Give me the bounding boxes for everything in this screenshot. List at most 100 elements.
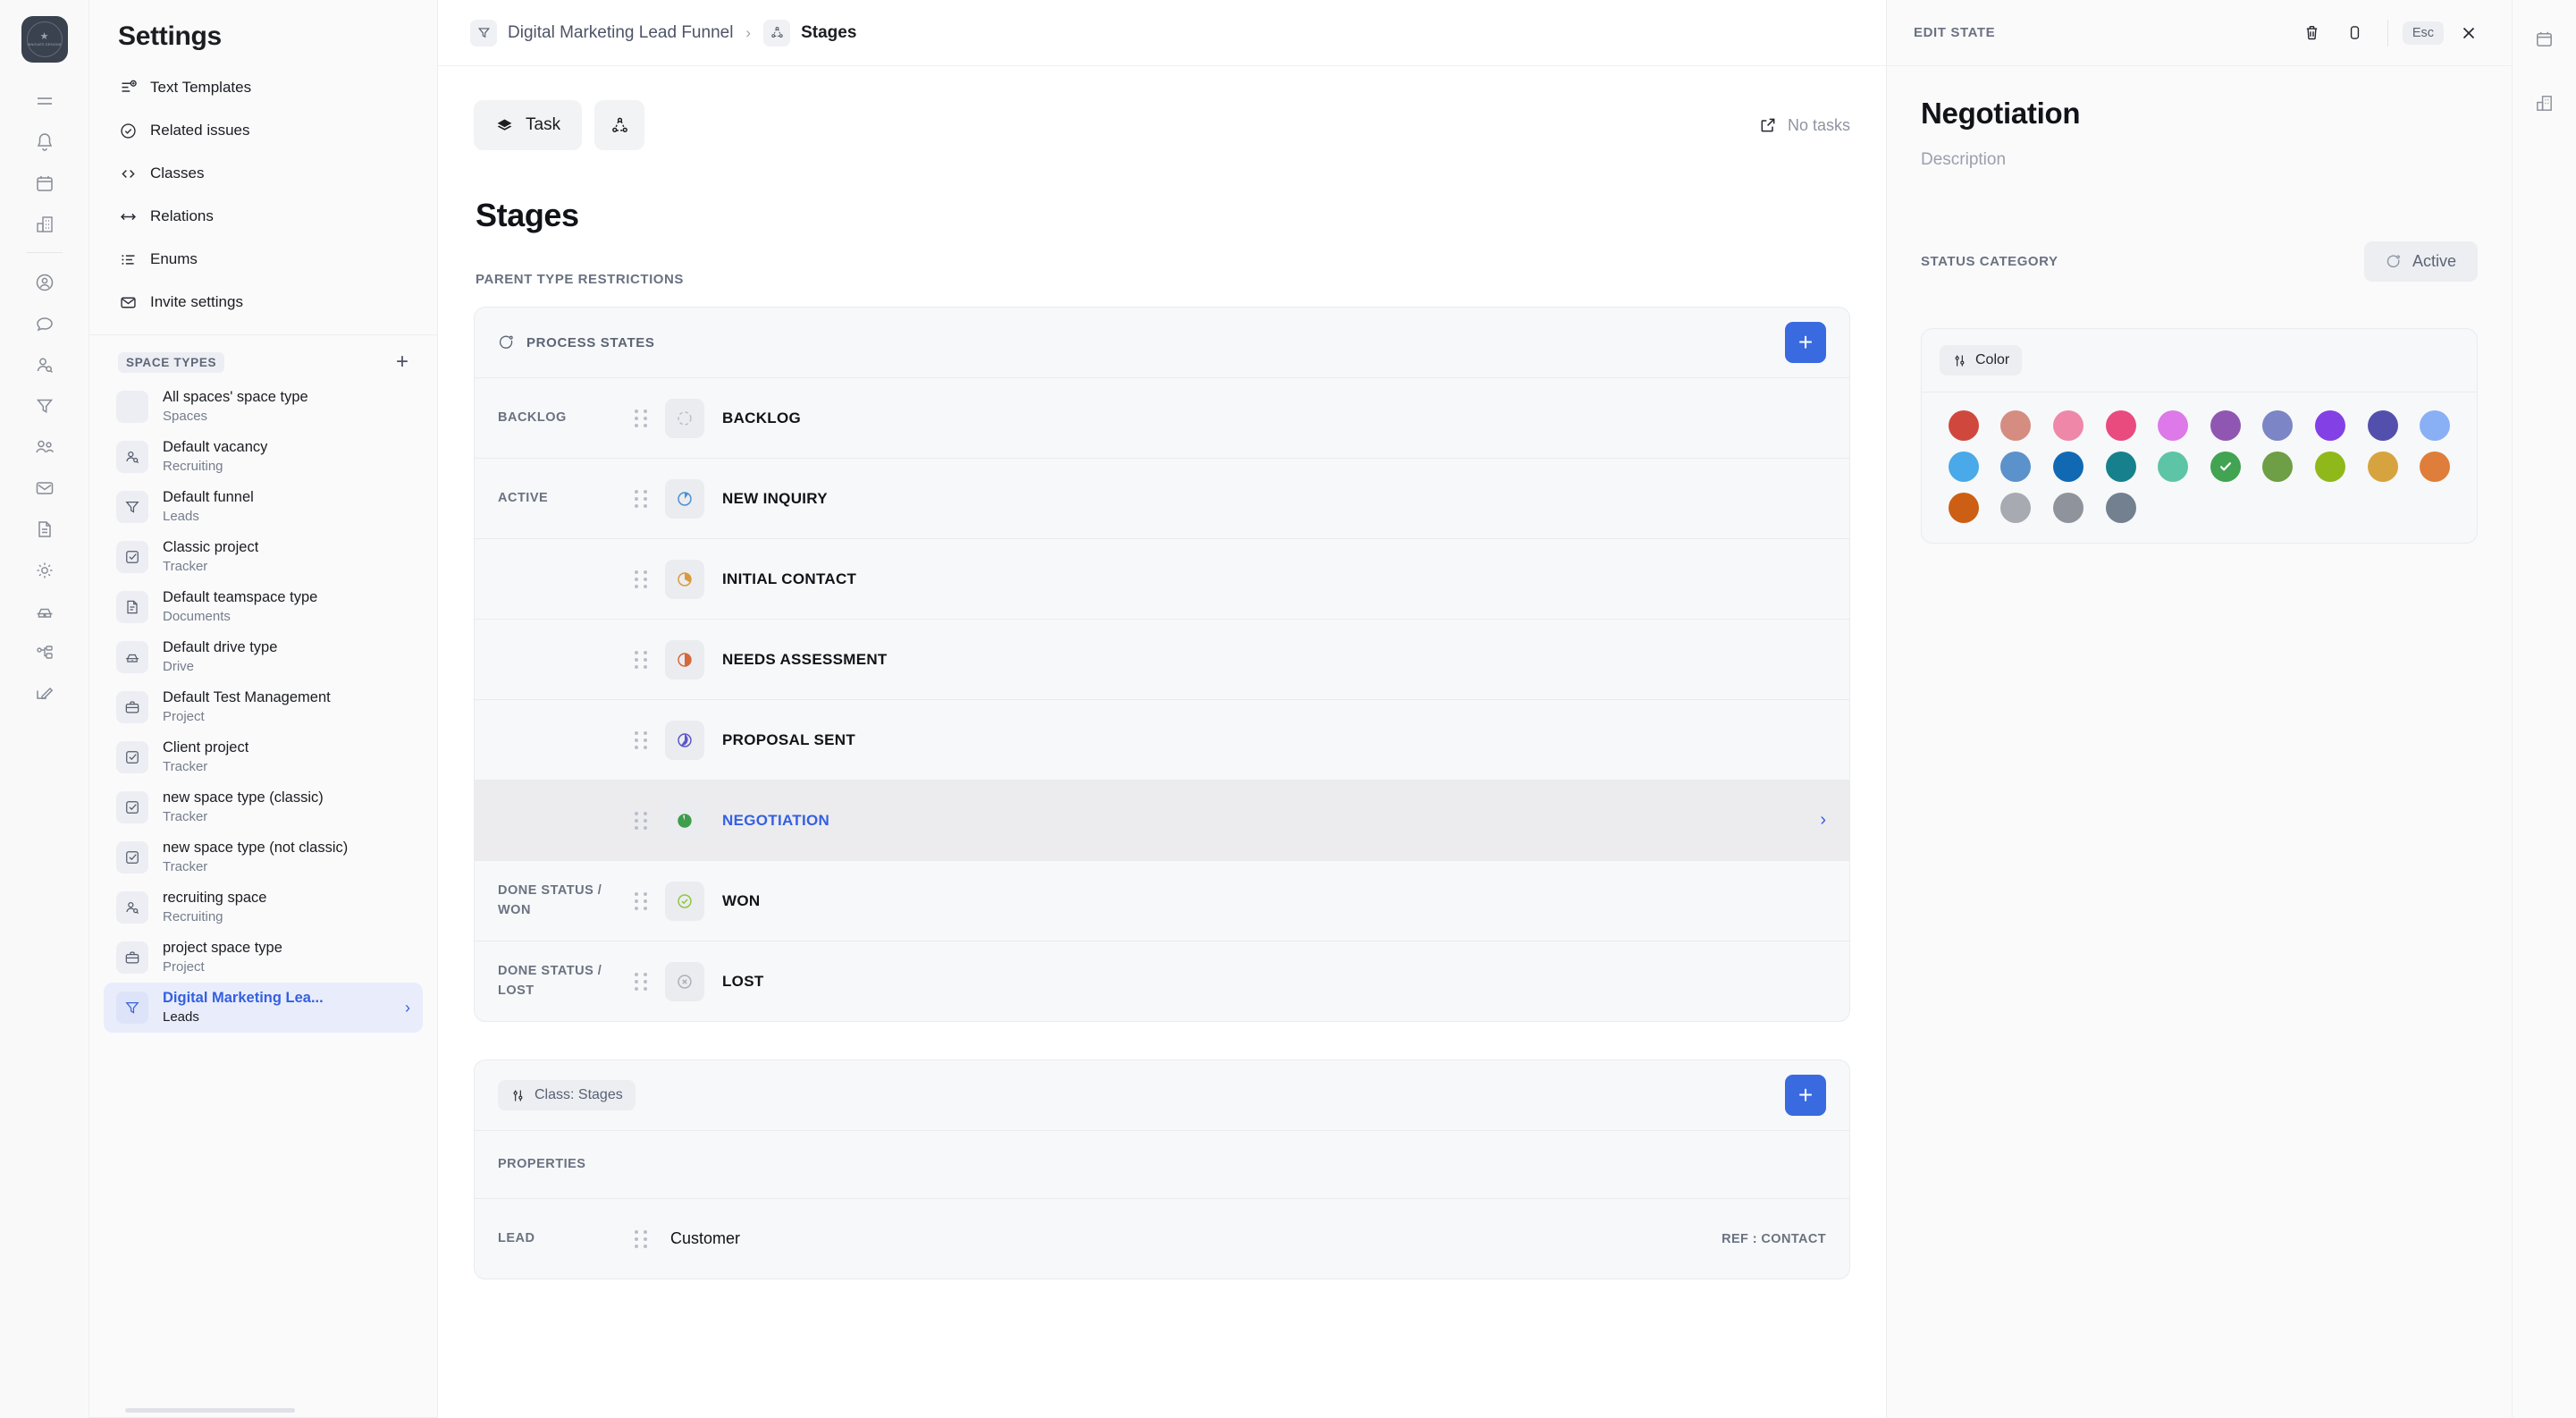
- space-item-default-test-management[interactable]: Default Test Management Project: [104, 682, 423, 732]
- tab-process[interactable]: [594, 100, 645, 150]
- color-swatch[interactable]: [2210, 452, 2241, 482]
- color-swatch[interactable]: [2052, 410, 2084, 441]
- drag-handle-icon[interactable]: [627, 972, 654, 991]
- color-swatch[interactable]: [1948, 493, 1979, 523]
- table-row[interactable]: NEGOTIATION ›: [475, 780, 1849, 860]
- color-swatch[interactable]: [2314, 410, 2345, 441]
- no-tasks-link[interactable]: No tasks: [1759, 116, 1850, 135]
- drag-handle-icon[interactable]: [627, 409, 654, 427]
- space-item-project-space-type[interactable]: project space type Project: [104, 933, 423, 983]
- edit-icon[interactable]: [21, 673, 68, 714]
- close-icon[interactable]: [2451, 15, 2487, 51]
- table-row[interactable]: PROPOSAL SENT: [475, 699, 1849, 780]
- add-space-type-button[interactable]: +: [396, 351, 408, 373]
- funnel-icon[interactable]: [21, 385, 68, 426]
- drag-handle-icon[interactable]: [627, 1229, 654, 1248]
- drag-handle-icon[interactable]: [627, 489, 654, 508]
- space-item-default-vacancy[interactable]: Default vacancy Recruiting: [104, 432, 423, 482]
- color-swatch[interactable]: [2314, 452, 2345, 482]
- settings-sun-icon[interactable]: [21, 550, 68, 591]
- space-item-default-teamspace-type[interactable]: Default teamspace type Documents: [104, 582, 423, 632]
- menu-icon[interactable]: [21, 80, 68, 122]
- status-category-value[interactable]: Active: [2363, 241, 2478, 282]
- inbox-icon[interactable]: [21, 468, 68, 509]
- color-swatch[interactable]: [2052, 493, 2084, 523]
- space-item-new-space-type-not-classic[interactable]: new space type (not classic) Tracker: [104, 832, 423, 882]
- chat-icon[interactable]: [21, 303, 68, 344]
- color-swatch[interactable]: [2367, 452, 2398, 482]
- table-row[interactable]: DONE STATUS / LOST LOST: [475, 941, 1849, 1021]
- esc-badge[interactable]: Esc: [2402, 21, 2444, 45]
- drag-handle-icon[interactable]: [627, 891, 654, 910]
- table-row[interactable]: ACTIVE NEW INQUIRY: [475, 458, 1849, 538]
- calendar-icon[interactable]: [21, 163, 68, 204]
- description-field[interactable]: Description: [1921, 150, 2478, 170]
- team-icon[interactable]: [21, 426, 68, 468]
- drag-handle-icon[interactable]: [627, 811, 654, 830]
- class-chip[interactable]: Class: Stages: [498, 1080, 636, 1110]
- recruiting-icon[interactable]: [21, 344, 68, 385]
- color-swatch[interactable]: [2000, 452, 2032, 482]
- table-row[interactable]: DONE STATUS / WON WON: [475, 860, 1849, 941]
- color-swatch[interactable]: [2105, 493, 2136, 523]
- color-swatch[interactable]: [2000, 410, 2032, 441]
- color-swatch[interactable]: [2262, 452, 2294, 482]
- table-row[interactable]: NEEDS ASSESSMENT: [475, 619, 1849, 699]
- sidebar-item-text-templates[interactable]: Text Templates: [104, 66, 423, 109]
- table-row[interactable]: LEAD Customer REF : CONTACT: [475, 1198, 1849, 1279]
- color-swatch[interactable]: [1948, 452, 1979, 482]
- sidebar-item-related-issues[interactable]: Related issues: [104, 109, 423, 152]
- office-icon[interactable]: [2521, 82, 2568, 123]
- drag-handle-icon[interactable]: [627, 730, 654, 749]
- space-types-title: SPACE TYPES: [118, 351, 225, 373]
- workspace-logo[interactable]: ★ INNOVATE DESIGNS: [21, 16, 68, 63]
- color-swatch[interactable]: [2210, 410, 2241, 441]
- contacts-icon[interactable]: [21, 262, 68, 303]
- color-swatch[interactable]: [2105, 410, 2136, 441]
- color-swatch[interactable]: [2052, 452, 2084, 482]
- add-property-button[interactable]: +: [1785, 1075, 1826, 1116]
- color-swatch[interactable]: [1948, 410, 1979, 441]
- row-category: ACTIVE: [498, 490, 549, 505]
- sidebar-item-invite-settings[interactable]: Invite settings: [104, 281, 423, 324]
- space-item-digital-marketing-lead-funnel[interactable]: Digital Marketing Lea... Leads ›: [104, 983, 423, 1033]
- sidebar-item-relations[interactable]: Relations: [104, 195, 423, 238]
- color-swatch[interactable]: [2367, 410, 2398, 441]
- space-item-recruiting-space[interactable]: recruiting space Recruiting: [104, 882, 423, 933]
- space-item-classic-project[interactable]: Classic project Tracker: [104, 532, 423, 582]
- color-swatch[interactable]: [2000, 493, 2032, 523]
- sidebar-item-classes[interactable]: Classes: [104, 152, 423, 195]
- color-chip[interactable]: Color: [1940, 345, 2023, 376]
- sidebar-scrollbar[interactable]: [125, 1408, 295, 1413]
- process-icon[interactable]: [21, 632, 68, 673]
- color-swatch[interactable]: [2262, 410, 2294, 441]
- add-process-state-button[interactable]: +: [1785, 322, 1826, 363]
- color-swatch[interactable]: [2105, 452, 2136, 482]
- drive-icon[interactable]: [21, 591, 68, 632]
- delete-icon[interactable]: [2294, 15, 2330, 51]
- color-swatch[interactable]: [2420, 452, 2451, 482]
- space-item-default-drive-type[interactable]: Default drive type Drive: [104, 632, 423, 682]
- sidebar-item-enums[interactable]: Enums: [104, 238, 423, 281]
- calendar-icon[interactable]: [2521, 18, 2568, 59]
- color-swatch[interactable]: [2420, 410, 2451, 441]
- office-icon[interactable]: [21, 204, 68, 245]
- space-item-client-project[interactable]: Client project Tracker: [104, 732, 423, 782]
- documents-icon[interactable]: [21, 509, 68, 550]
- space-item-new-space-type-classic[interactable]: new space type (classic) Tracker: [104, 782, 423, 832]
- duplicate-icon[interactable]: [2337, 15, 2373, 51]
- notifications-icon[interactable]: [21, 122, 68, 163]
- color-swatch[interactable]: [2158, 410, 2189, 441]
- table-row[interactable]: BACKLOG BACKLOG: [475, 377, 1849, 458]
- tab-task[interactable]: Task: [474, 100, 583, 150]
- color-swatch[interactable]: [2158, 452, 2189, 482]
- drag-handle-icon[interactable]: [627, 650, 654, 669]
- drag-handle-icon[interactable]: [627, 570, 654, 588]
- space-item-all-spaces[interactable]: All spaces' space type Spaces: [104, 382, 423, 432]
- table-row[interactable]: INITIAL CONTACT: [475, 538, 1849, 619]
- state-name-title[interactable]: Negotiation: [1921, 97, 2478, 131]
- space-item-sub: Tracker: [163, 758, 208, 774]
- chevron-right-icon[interactable]: ›: [1820, 810, 1826, 831]
- space-item-default-funnel[interactable]: Default funnel Leads: [104, 482, 423, 532]
- breadcrumb-parent[interactable]: Digital Marketing Lead Funnel: [508, 23, 733, 43]
